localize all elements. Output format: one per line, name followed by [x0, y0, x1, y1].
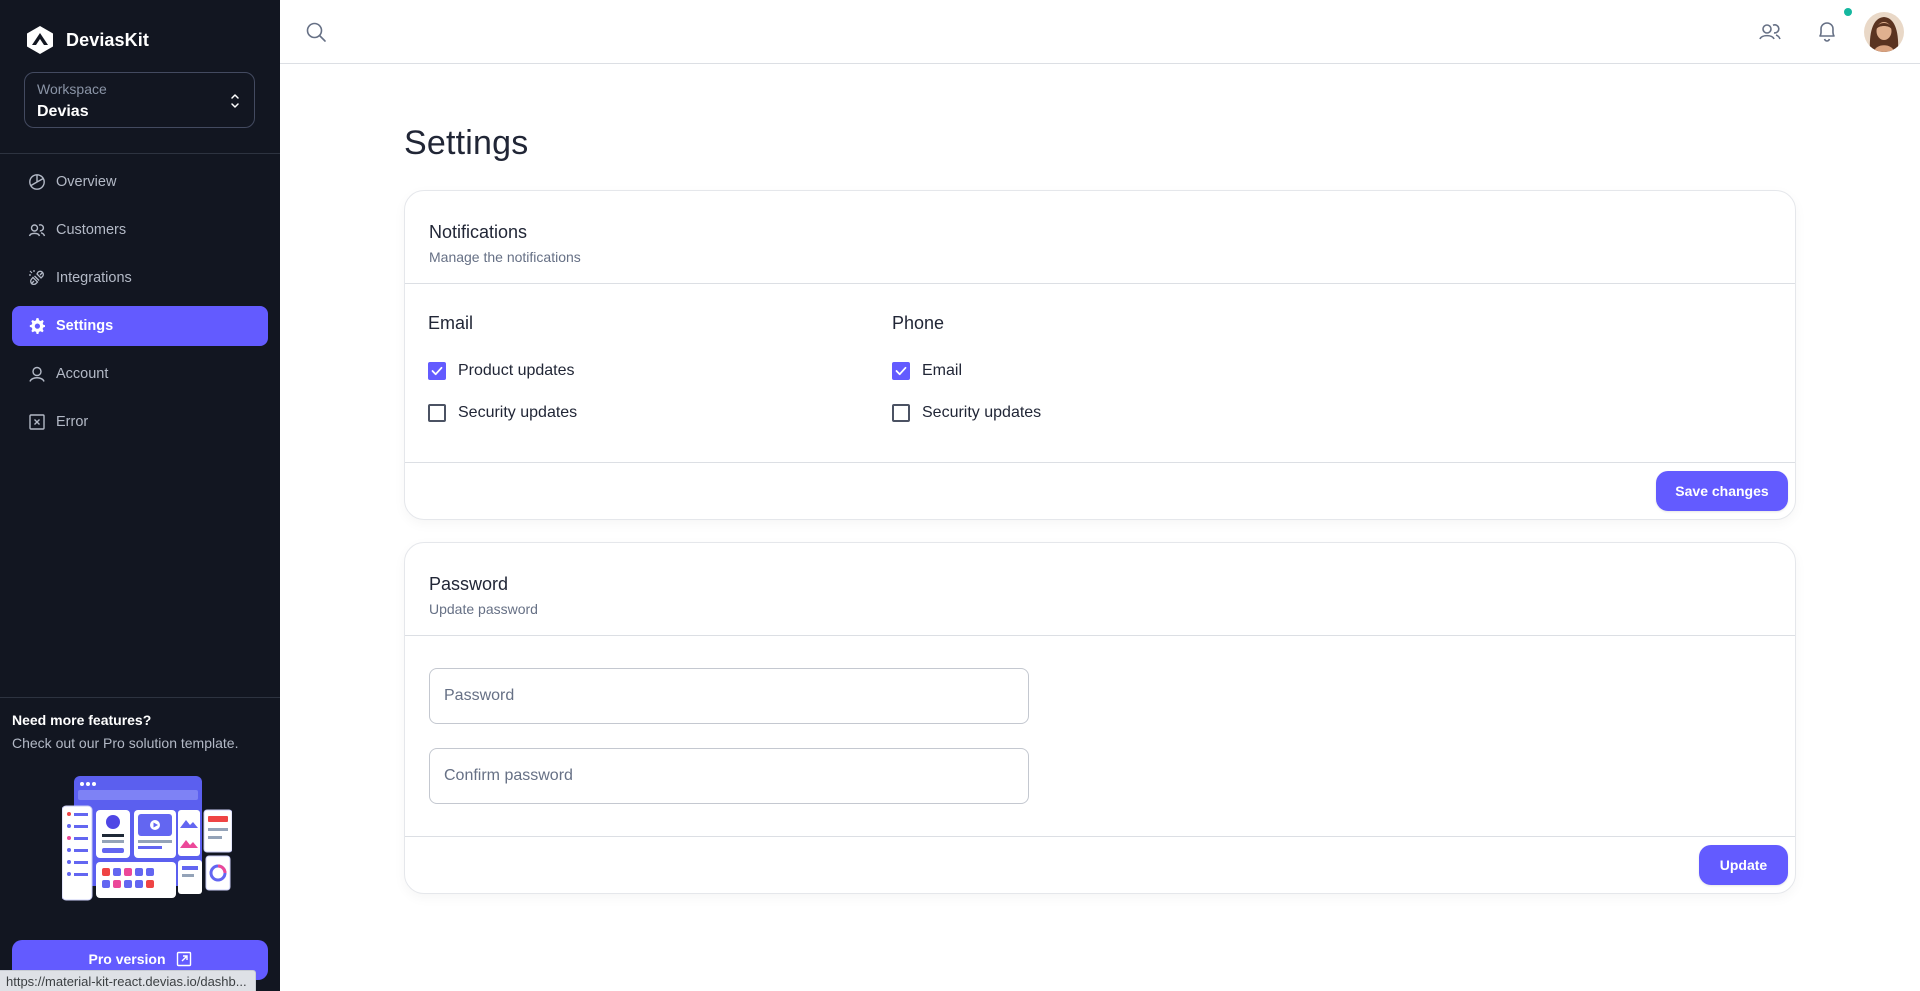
sidebar-item-customers[interactable]: Customers [12, 210, 268, 250]
external-link-icon [176, 951, 191, 967]
checkbox-label: Product updates [458, 362, 575, 379]
users-icon [28, 224, 46, 237]
sidebar-item-overview[interactable]: Overview [12, 162, 268, 202]
checkbox-unchecked[interactable] [892, 404, 910, 422]
avatar-image [1864, 12, 1904, 52]
sidebar-nav: Overview Customers Integrations Settings… [12, 162, 268, 450]
status-bar-url: https://material-kit-react.devias.io/das… [0, 970, 256, 991]
confirm-password-input[interactable] [429, 748, 1029, 804]
sidebar-divider [0, 697, 280, 698]
chart-pie-icon [29, 174, 45, 190]
workspace-selector[interactable]: Workspace Devias [24, 72, 255, 128]
sidebar-item-label: Customers [56, 222, 127, 238]
sidebar-item-integrations[interactable]: Integrations [12, 258, 268, 298]
password-subtitle: Update password [429, 601, 538, 617]
checkbox-unchecked[interactable] [428, 404, 446, 422]
promo-subtitle: Check out our Pro solution template. [12, 735, 239, 751]
notifications-card-header: Notifications Manage the notifications [405, 191, 1795, 284]
save-changes-button[interactable]: Save changes [1656, 471, 1788, 511]
sidebar-divider [0, 153, 280, 154]
checkbox-label: Security updates [922, 404, 1042, 421]
sidebar-item-label: Overview [56, 174, 117, 190]
sidebar-item-label: Integrations [56, 270, 132, 286]
password-card-header: Password Update password [405, 543, 1795, 636]
sidebar-item-account[interactable]: Account [12, 354, 268, 394]
sidebar: DeviasKit Workspace Devias Overview Cust… [0, 0, 280, 991]
chevron-up-down-icon [231, 94, 239, 108]
password-card: Password Update password Update [404, 542, 1796, 894]
avatar[interactable] [1864, 12, 1904, 52]
online-status-dot [1844, 8, 1852, 16]
pro-version-label: Pro version [88, 951, 166, 967]
sidebar-item-label: Settings [56, 318, 114, 334]
workspace-label: Workspace [37, 81, 107, 97]
update-button[interactable]: Update [1699, 845, 1788, 885]
password-card-footer: Update [405, 836, 1795, 894]
contacts-icon[interactable] [1758, 20, 1782, 44]
x-square-icon [29, 414, 45, 430]
email-group: Email Product updates Security updates [428, 313, 577, 434]
checkbox-label: Security updates [458, 404, 578, 421]
email-product-updates-checkbox[interactable]: Product updates [428, 350, 577, 392]
sidebar-item-settings[interactable]: Settings [12, 306, 268, 346]
page-title: Settings [404, 124, 529, 162]
password-input[interactable] [429, 668, 1029, 724]
notifications-subtitle: Manage the notifications [429, 249, 581, 265]
sidebar-item-error[interactable]: Error [12, 402, 268, 442]
promo-illustration [62, 776, 232, 901]
user-icon [29, 366, 45, 382]
brand-name: DeviasKit [66, 29, 149, 50]
plugs-icon [29, 270, 44, 286]
email-group-title: Email [428, 313, 474, 333]
phone-group: Phone Email Security updates [892, 313, 1041, 434]
email-security-updates-checkbox[interactable]: Security updates [428, 392, 577, 434]
notifications-card: Notifications Manage the notifications E… [404, 190, 1796, 520]
brand[interactable]: DeviasKit [26, 25, 149, 55]
checkbox-label: Email [922, 362, 963, 379]
bell-icon[interactable] [1816, 19, 1838, 43]
phone-email-checkbox[interactable]: Email [892, 350, 1041, 392]
phone-group-title: Phone [892, 313, 945, 333]
workspace-value: Devias [37, 103, 89, 120]
notifications-card-footer: Save changes [405, 462, 1795, 520]
sidebar-item-label: Error [56, 414, 89, 430]
gear-icon [29, 318, 45, 334]
topbar [280, 0, 1920, 64]
search-icon[interactable] [304, 20, 328, 44]
notifications-title: Notifications [429, 222, 528, 242]
logo-icon [27, 26, 53, 54]
phone-security-updates-checkbox[interactable]: Security updates [892, 392, 1041, 434]
password-title: Password [429, 574, 509, 594]
sidebar-item-label: Account [56, 366, 109, 382]
checkbox-checked[interactable] [428, 362, 446, 380]
promo-section: Need more features? Check out our Pro so… [12, 712, 272, 901]
checkbox-checked[interactable] [892, 362, 910, 380]
promo-title: Need more features? [12, 712, 152, 728]
